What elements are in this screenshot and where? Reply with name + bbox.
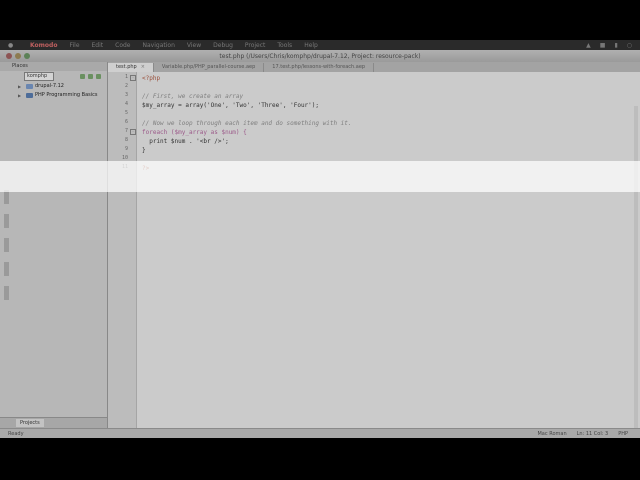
fold-toggle-icon[interactable]: - [130,129,136,135]
apple-menu-icon[interactable]: ● [8,42,18,49]
window-titlebar: test.php (/Users/Chris/komphp/drupal-7.1… [0,50,640,62]
tab-label: 17.test.php/lessons-with-foreach.aep [272,64,366,70]
line-number: 3 [124,92,128,98]
line-number: 11 [121,164,128,170]
menu-app-name[interactable]: Komodo [30,42,57,49]
menu-view[interactable]: View [187,42,201,49]
up-folder-icon[interactable] [88,74,93,79]
places-toolbar: komphp [0,71,107,82]
fold-toggle-icon[interactable]: - [130,75,136,81]
places-sidebar: Places komphp ▶ drupal-7.12 ▶ PHP Progra… [0,62,108,428]
side-tab-toolbox[interactable] [4,262,9,276]
window-title: test.php (/Users/Chris/komphp/drupal-7.1… [219,52,421,60]
places-header: Places [0,62,107,71]
line-number: 10 [121,155,128,161]
code-line-4: $my_array = array('One', 'Two', 'Three',… [142,102,320,109]
settings-icon[interactable] [96,74,101,79]
zoom-window-button[interactable] [24,53,30,59]
project-icon [26,93,33,98]
close-window-button[interactable] [6,53,12,59]
code-line-1: <?php [142,75,161,82]
projects-tab[interactable]: Projects [16,419,44,427]
menu-tools[interactable]: Tools [277,42,292,49]
code-line-11: ?> [142,165,150,172]
tab-foreach-php[interactable]: 17.test.php/lessons-with-foreach.aep [264,63,375,72]
line-number: 5 [124,110,128,116]
line-number: 4 [124,101,128,107]
tree-item-php-basics[interactable]: ▶ PHP Programming Basics [0,91,107,100]
side-tab-extra[interactable] [4,286,9,300]
menu-code[interactable]: Code [115,42,130,49]
tree-item-drupal[interactable]: ▶ drupal-7.12 [0,82,107,91]
code-line-7: foreach ($my_array as $num) { [142,129,247,136]
side-tab-dom[interactable] [4,238,9,252]
tree-item-label: drupal-7.12 [35,83,64,89]
cursor-position: Ln: 11 Col: 3 [576,431,609,437]
line-number: 1 [124,74,128,80]
line-number: 2 [124,83,128,89]
menubar: ● Komodo File Edit Code Navigation View … [0,40,640,50]
komodo-window: ● Komodo File Edit Code Navigation View … [0,40,640,438]
battery-icon[interactable]: ▮ [614,42,617,49]
volume-icon[interactable]: ■ [600,42,606,49]
status-right: Mac Roman Ln: 11 Col: 3 PHP [537,431,628,437]
sidebar-bottom-tabs: Projects [0,417,107,428]
code-line-8: print $num . '<br />'; [142,138,229,145]
expand-triangle-icon[interactable]: ▶ [18,82,21,91]
code-line-6: // Now we loop through each item and do … [142,120,352,127]
tab-variable-php[interactable]: Variable.php/PHP_parallel-course.aep [154,63,265,72]
tab-label: test.php [116,64,137,70]
tab-test-php[interactable]: test.php × [108,63,154,72]
window-controls [6,53,30,59]
minimize-window-button[interactable] [15,53,21,59]
search-icon[interactable]: ○ [627,42,632,49]
side-pane-tabs [4,190,11,340]
menu-file[interactable]: File [69,42,79,49]
line-number: 7 [124,128,128,134]
editor-tabs: test.php × Variable.php/PHP_parallel-cour… [108,62,640,72]
expand-triangle-icon[interactable]: ▶ [18,91,21,100]
menu-project[interactable]: Project [245,42,266,49]
line-number: 9 [124,146,128,152]
close-tab-icon[interactable]: × [141,64,145,70]
code-editor[interactable]: <?php // First, we create an array $my_a… [137,72,640,438]
menubar-status-icons: ▲ ■ ▮ ○ [586,42,632,49]
side-tab-places[interactable] [4,190,9,204]
line-number-gutter: 1 2 3 4 5 6 7 8 9 10 11 - - [108,72,137,428]
menu-help[interactable]: Help [304,42,318,49]
status-bar: Ready Mac Roman Ln: 11 Col: 3 PHP [0,428,640,438]
menu-edit[interactable]: Edit [92,42,104,49]
menu-debug[interactable]: Debug [213,42,233,49]
places-toolbar-icons [80,74,101,79]
folder-icon [26,84,33,89]
language-indicator[interactable]: PHP [618,431,628,437]
wifi-icon[interactable]: ▲ [586,42,591,49]
line-number: 6 [124,119,128,125]
code-line-9: } [142,147,146,154]
tree-item-label: PHP Programming Basics [35,92,98,98]
line-number: 8 [124,137,128,143]
menu-navigation[interactable]: Navigation [143,42,175,49]
code-line-3: // First, we create an array [142,93,244,100]
tab-label: Variable.php/PHP_parallel-course.aep [161,64,256,70]
side-tab-code[interactable] [4,214,9,228]
status-text: Ready [8,431,24,437]
editor-scrollbar[interactable] [634,106,638,438]
encoding-indicator[interactable]: Mac Roman [537,431,566,437]
refresh-icon[interactable] [80,74,85,79]
places-root-select[interactable]: komphp [24,72,55,81]
